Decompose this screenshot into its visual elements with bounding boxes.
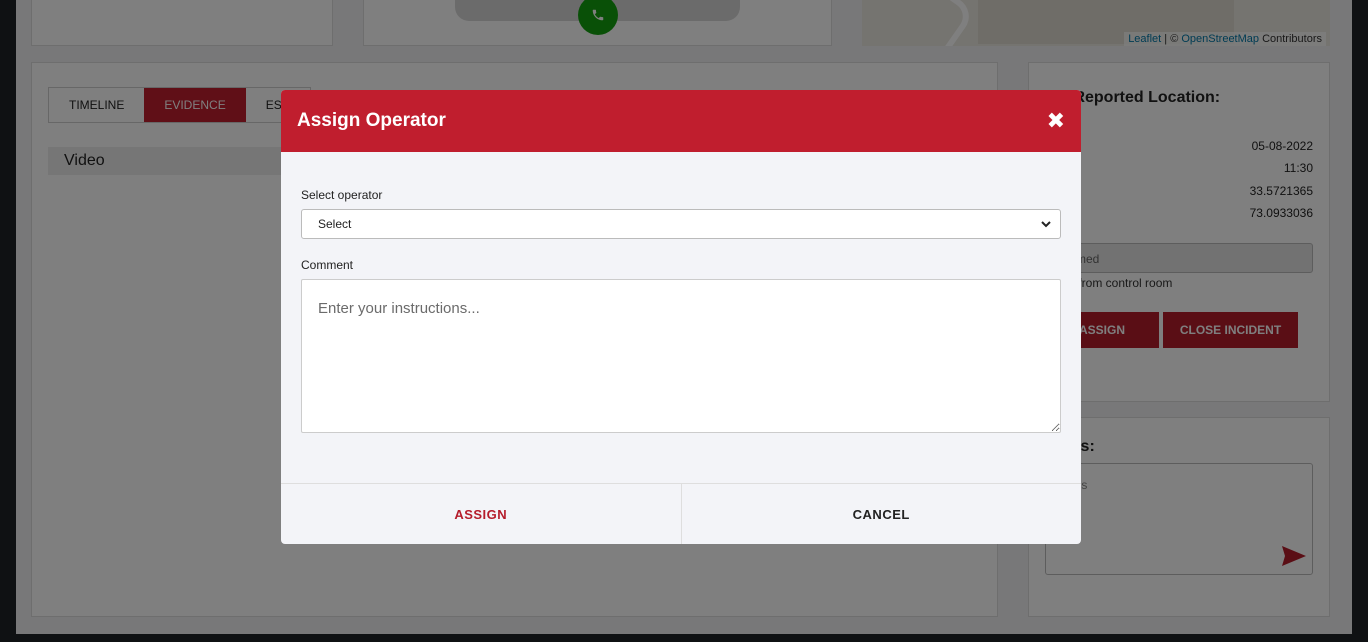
- modal-header: Assign Operator ✖: [281, 90, 1081, 152]
- operator-select-value: Select: [318, 217, 352, 231]
- assign-button[interactable]: ASSIGN: [281, 484, 682, 544]
- chevron-down-icon: [1041, 221, 1051, 228]
- close-icon[interactable]: ✖: [1047, 110, 1065, 132]
- comment-label: Comment: [301, 258, 354, 272]
- select-operator-label: Select operator: [301, 188, 383, 202]
- operator-select[interactable]: Select: [301, 209, 1061, 239]
- cancel-button[interactable]: CANCEL: [682, 484, 1082, 544]
- comment-textarea[interactable]: [301, 279, 1061, 433]
- modal-title: Assign Operator: [297, 110, 446, 131]
- modal-footer: ASSIGN CANCEL: [281, 483, 1081, 544]
- modal-body: Select operator Select Comment: [281, 152, 1081, 433]
- assign-operator-modal: Assign Operator ✖ Select operator Select…: [281, 90, 1081, 544]
